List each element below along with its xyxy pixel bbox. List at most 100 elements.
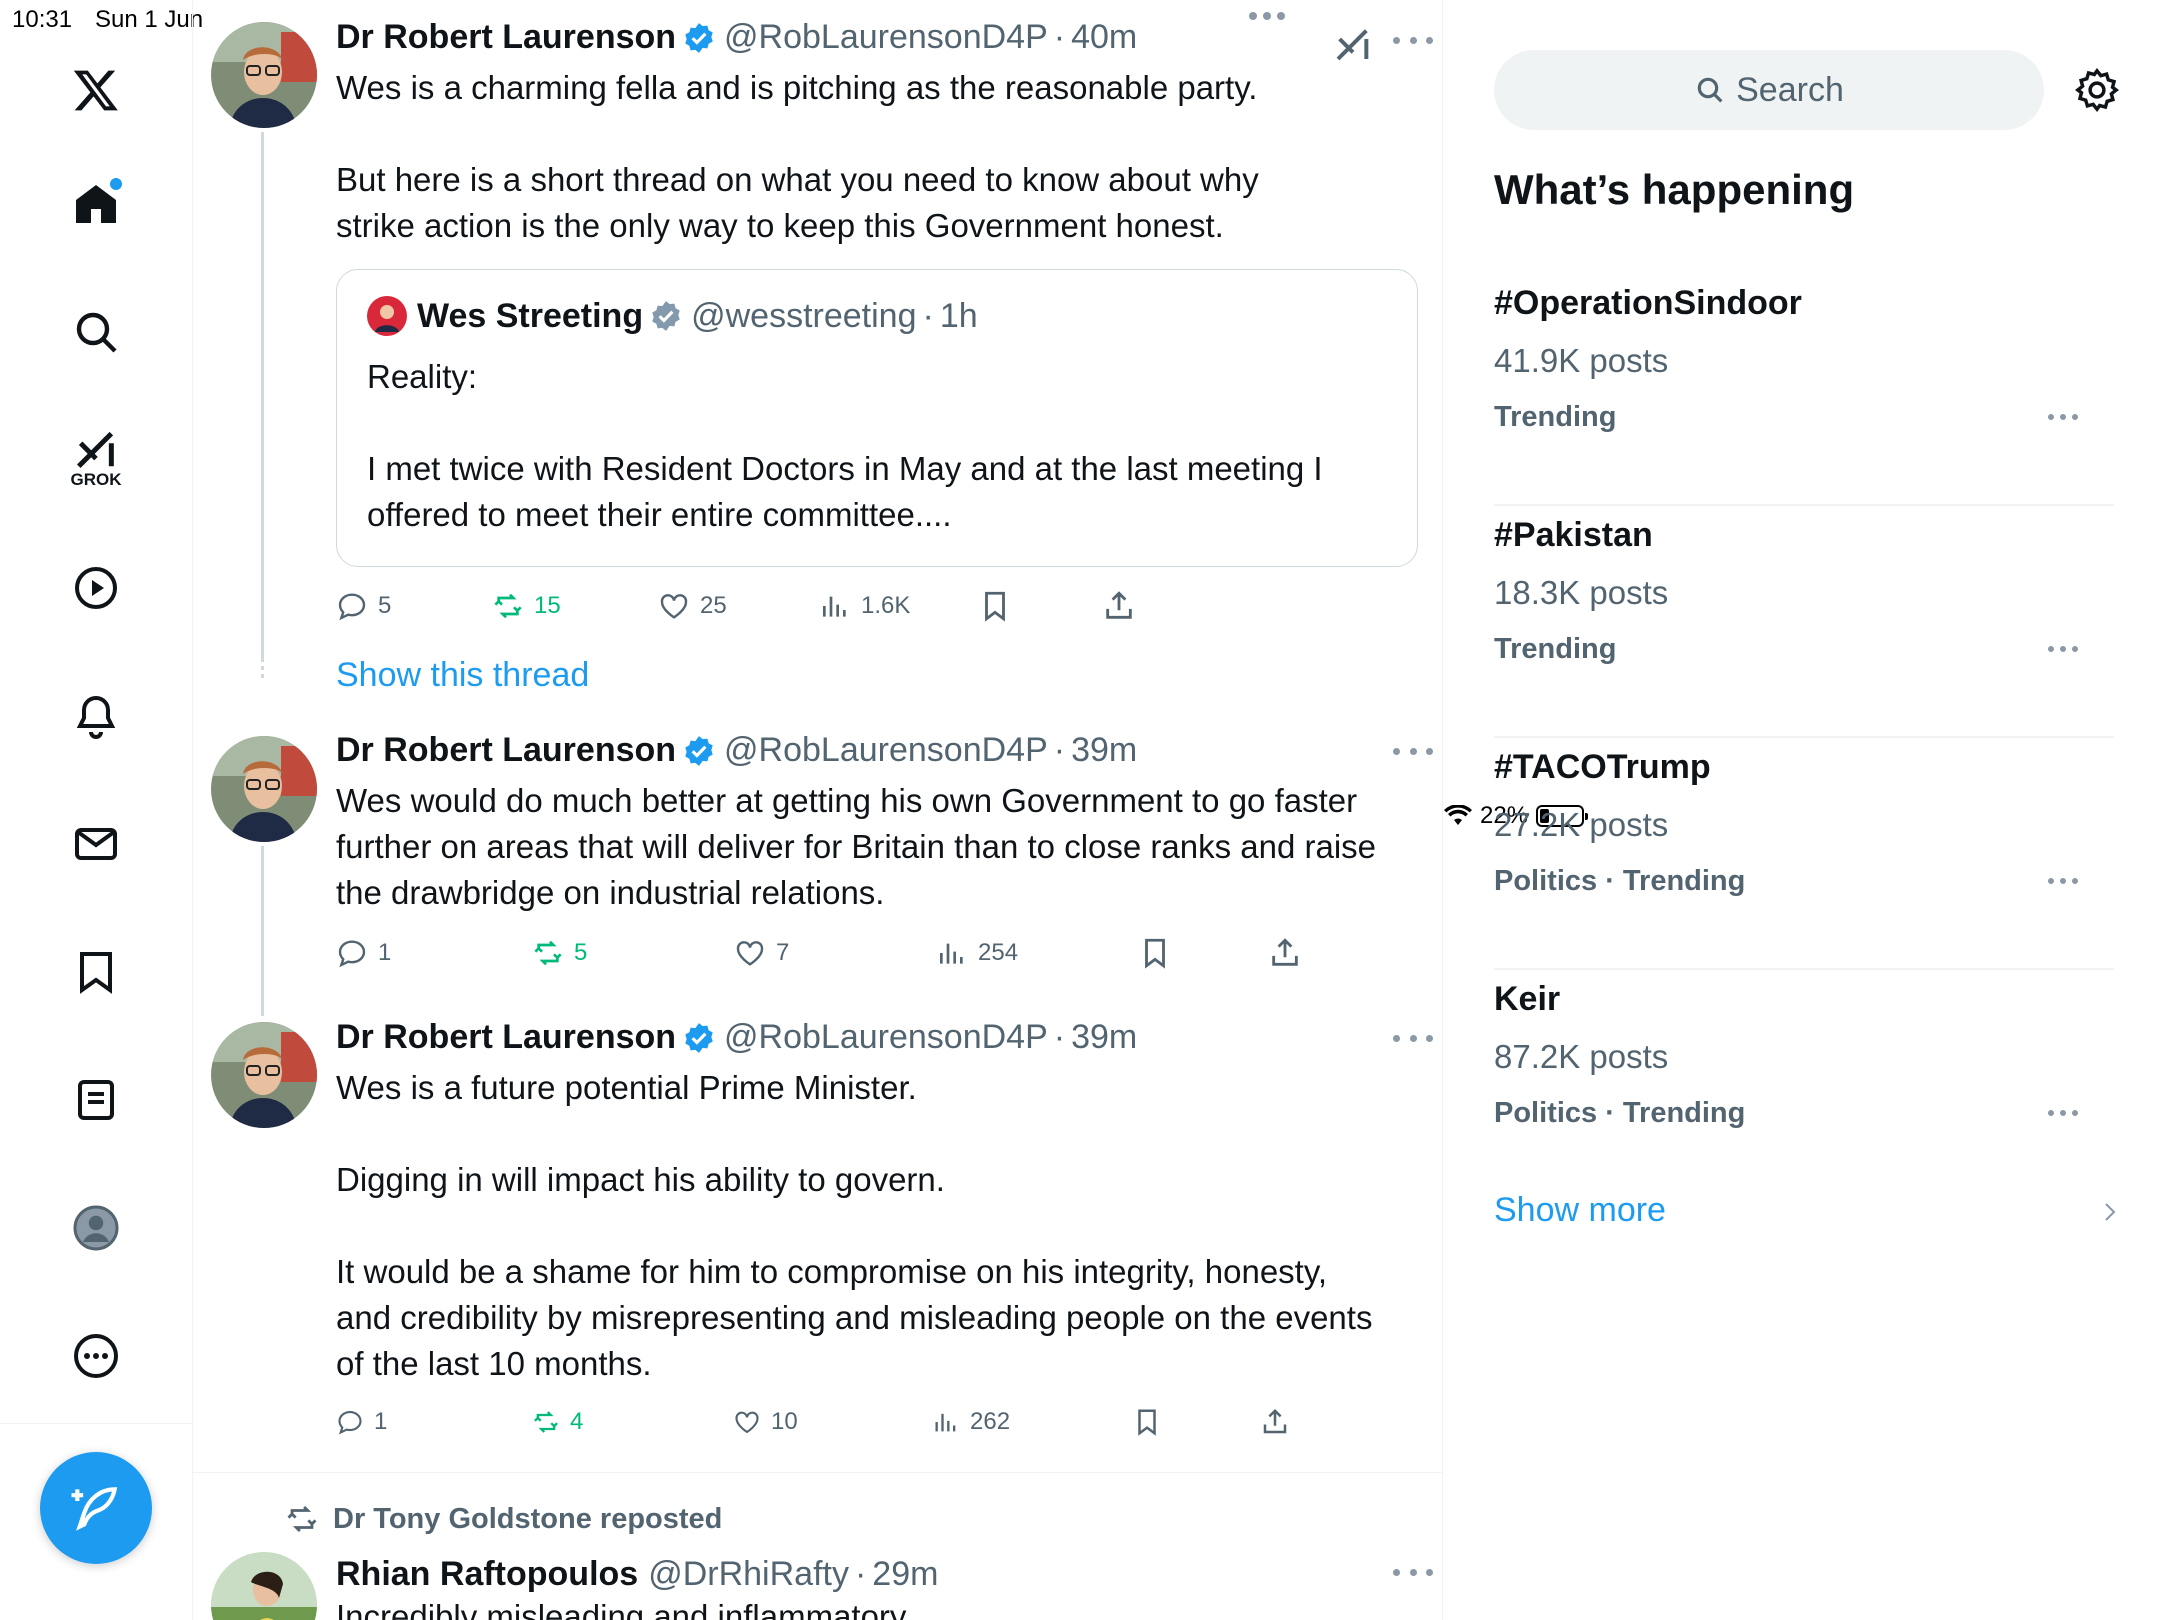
trend-more-button[interactable] (2048, 646, 2078, 654)
like-button[interactable]: 10 (733, 1408, 798, 1436)
author-handle[interactable]: @RobLaurensonD4P (724, 1018, 1048, 1057)
show-more-link[interactable]: Show more (1494, 1191, 1666, 1230)
repost-button[interactable]: 4 (532, 1408, 583, 1436)
tweet-header: Dr Robert Laurenson @RobLaurensonD4P · 4… (336, 18, 1138, 57)
more-icon (74, 1334, 118, 1378)
repost-button[interactable]: 5 (532, 937, 587, 969)
author-name[interactable]: Rhian Raftopoulos (336, 1555, 638, 1594)
trend-item[interactable]: Keir 87.2K posts Politics · Trending (1494, 970, 2114, 1202)
video-icon (75, 567, 117, 609)
reply-button[interactable]: 1 (336, 937, 391, 969)
compose-icon (71, 1487, 118, 1531)
grok-icon[interactable] (1333, 24, 1373, 64)
repost-count: 4 (570, 1408, 584, 1435)
views-button[interactable]: 1.6K (819, 590, 910, 622)
reposted-by-label[interactable]: Dr Tony Goldstone reposted (333, 1503, 722, 1536)
sidebar-item-profile[interactable] (66, 1198, 126, 1258)
repost-button[interactable]: 15 (492, 590, 561, 622)
search-input[interactable]: Search (1494, 50, 2044, 130)
messages-icon (75, 828, 117, 860)
repost-count: 15 (534, 592, 561, 619)
verified-badge-icon (685, 735, 713, 766)
tweet-more-button[interactable] (1393, 1562, 1433, 1582)
sidebar-item-bookmarks[interactable] (66, 942, 126, 1002)
bookmark-button[interactable] (1138, 936, 1172, 970)
compose-button[interactable] (40, 1452, 152, 1564)
sidebar-item-lists[interactable] (66, 1070, 126, 1130)
reply-icon (338, 593, 366, 621)
quoted-author-name[interactable]: Wes Streeting (417, 297, 643, 336)
window-drag-handle[interactable] (1249, 12, 1285, 20)
trend-item[interactable]: #Pakistan 18.3K posts Trending (1494, 506, 2114, 738)
author-name[interactable]: Dr Robert Laurenson (336, 731, 676, 770)
quoted-tweet-header: Wes Streeting @wesstreeting · 1h (367, 296, 978, 336)
sidebar-item-video[interactable] (66, 558, 126, 618)
chevron-right-icon (2105, 1203, 2116, 1221)
sidebar-item-more[interactable] (66, 1326, 126, 1386)
search-icon (1697, 77, 1723, 103)
share-button[interactable] (1260, 1407, 1290, 1437)
reply-button[interactable]: 1 (336, 1408, 387, 1436)
author-name[interactable]: Dr Robert Laurenson (336, 1018, 676, 1057)
view-count: 262 (970, 1408, 1011, 1435)
trend-category: Politics · Trending (1494, 865, 1746, 897)
trend-category: Trending (1494, 633, 1617, 665)
trend-item[interactable]: #TACOTrump 27.2K posts Politics · Trendi… (1494, 738, 2114, 970)
bookmark-button[interactable] (978, 589, 1012, 623)
profile-icon (73, 1205, 119, 1251)
avatar[interactable] (211, 736, 317, 842)
author-handle[interactable]: @RobLaurensonD4P (724, 18, 1048, 57)
like-button[interactable]: 25 (658, 590, 727, 622)
sidebar-item-messages[interactable] (66, 814, 126, 874)
share-icon (1263, 1408, 1287, 1434)
share-button[interactable] (1268, 936, 1302, 970)
sidebar-item-grok[interactable]: GROK (66, 424, 126, 489)
tweet-time[interactable]: 39m (1071, 1018, 1137, 1057)
trend-more-button[interactable] (2048, 1110, 2078, 1118)
thread-line-dotted (261, 666, 264, 678)
reply-count: 1 (378, 939, 392, 966)
x-logo-icon[interactable] (66, 60, 126, 120)
tweet-time[interactable]: 40m (1071, 18, 1137, 57)
share-button[interactable] (1102, 589, 1136, 623)
home-unread-dot (110, 178, 122, 190)
sidebar-item-home[interactable] (66, 174, 126, 234)
trend-more-button[interactable] (2048, 414, 2078, 422)
tweet-more-button[interactable] (1393, 30, 1433, 50)
author-handle[interactable]: @RobLaurensonD4P (724, 731, 1048, 770)
sidebar-item-search[interactable] (66, 302, 126, 362)
trend-title: #OperationSindoor (1494, 284, 1802, 322)
tweet-more-button[interactable] (1393, 741, 1433, 761)
thread-line (261, 132, 264, 662)
author-name[interactable]: Dr Robert Laurenson (336, 18, 676, 57)
tweet-header: Rhian Raftopoulos @DrRhiRafty · 29m (336, 1555, 939, 1594)
heart-icon (736, 941, 764, 966)
avatar[interactable] (211, 1552, 317, 1620)
author-handle[interactable]: @DrRhiRafty (648, 1555, 849, 1594)
tweet-time[interactable]: 29m (872, 1555, 938, 1594)
avatar[interactable] (211, 22, 317, 128)
tweet-more-button[interactable] (1393, 1028, 1433, 1048)
quoted-tweet[interactable]: Wes Streeting @wesstreeting · 1h Reality… (336, 269, 1418, 567)
gear-icon[interactable] (2074, 67, 2120, 113)
like-button[interactable]: 7 (734, 937, 789, 969)
views-button[interactable]: 262 (932, 1408, 1010, 1436)
trend-item[interactable]: #OperationSindoor 41.9K posts Trending (1494, 274, 2114, 506)
tweet-time[interactable]: 39m (1071, 731, 1137, 770)
sidebar-item-notifications[interactable] (66, 686, 126, 746)
avatar (367, 296, 407, 336)
avatar[interactable] (211, 1022, 317, 1128)
view-count: 254 (978, 939, 1019, 966)
trend-more-button[interactable] (2048, 878, 2078, 886)
view-count: 1.6K (861, 592, 911, 619)
reply-button[interactable]: 5 (336, 590, 391, 622)
reply-icon (338, 940, 366, 968)
tweet-text: Wes is a charming fella and is pitching … (336, 69, 1259, 244)
repost-icon (534, 1411, 558, 1433)
views-button[interactable]: 254 (936, 937, 1018, 969)
like-count: 25 (700, 592, 727, 619)
bookmark-button[interactable] (1132, 1407, 1162, 1437)
analytics-icon (940, 943, 963, 964)
quoted-author-handle[interactable]: @wesstreeting (691, 297, 916, 336)
show-thread-link[interactable]: Show this thread (336, 656, 589, 695)
